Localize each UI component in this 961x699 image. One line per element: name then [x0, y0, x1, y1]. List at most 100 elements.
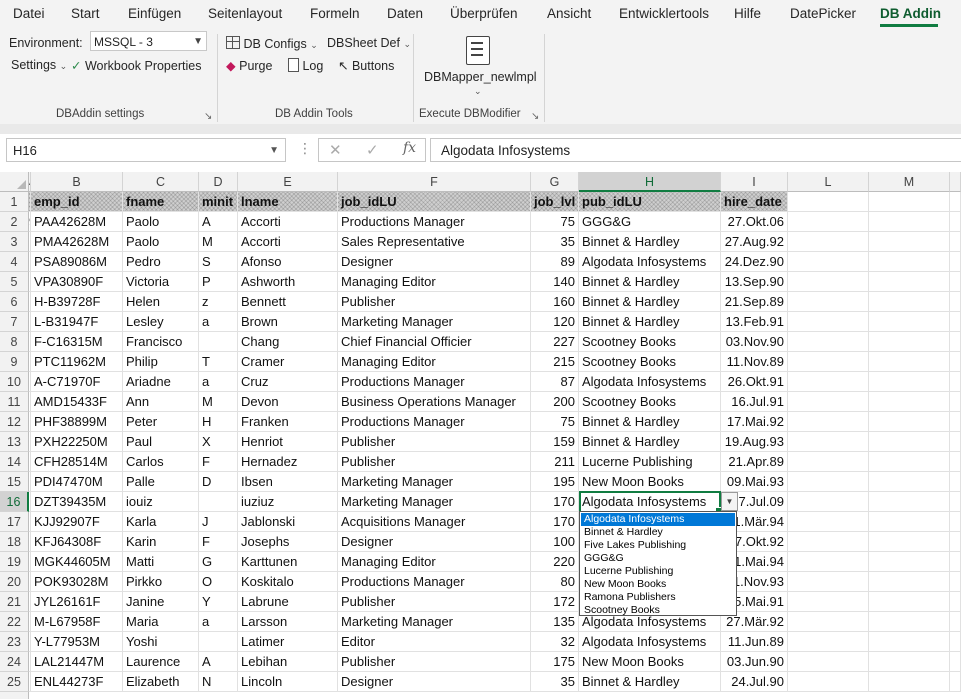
table-cell[interactable]: Elizabeth	[123, 672, 199, 692]
table-cell[interactable]: Philip	[123, 352, 199, 372]
table-cell[interactable]: Y-L77953M	[31, 632, 123, 652]
table-cell[interactable]: 175	[531, 652, 579, 672]
dropdown-option[interactable]: Algodata Infosystems	[581, 513, 735, 526]
empty-cell[interactable]	[869, 272, 950, 292]
empty-cell[interactable]	[869, 232, 950, 252]
menu-start[interactable]: Start	[71, 6, 100, 21]
table-cell[interactable]: Publisher	[338, 432, 531, 452]
table-cell[interactable]: LAL21447M	[31, 652, 123, 672]
environment-select[interactable]: MSSQL - 3 ▼	[90, 31, 207, 51]
db-configs-button[interactable]: DB Configs ⌄	[226, 36, 318, 51]
table-cell[interactable]: Victoria	[123, 272, 199, 292]
table-cell[interactable]: GGG&G	[579, 212, 721, 232]
dialog-launcher-icon[interactable]: ↘	[204, 111, 212, 122]
menu-daten[interactable]: Daten	[387, 6, 423, 21]
empty-cell[interactable]	[788, 492, 869, 512]
table-cell[interactable]: Francisco	[123, 332, 199, 352]
table-cell[interactable]: Matti	[123, 552, 199, 572]
table-cell[interactable]: 21.Sep.89	[721, 292, 788, 312]
table-cell[interactable]: Devon	[238, 392, 338, 412]
table-cell[interactable]: T	[199, 352, 238, 372]
table-cell[interactable]: Palle	[123, 472, 199, 492]
table-cell[interactable]: Binnet & Hardley	[579, 292, 721, 312]
table-cell[interactable]: Productions Manager	[338, 412, 531, 432]
table-cell[interactable]: z	[199, 292, 238, 312]
table-cell[interactable]: Accorti	[238, 212, 338, 232]
table-cell[interactable]: 03.Jun.90	[721, 652, 788, 672]
empty-cell[interactable]	[950, 652, 961, 672]
table-cell[interactable]: M-L67958F	[31, 612, 123, 632]
table-cell[interactable]: 172	[531, 592, 579, 612]
empty-cell[interactable]	[950, 672, 961, 692]
select-all-corner[interactable]	[0, 172, 29, 192]
table-header-cell[interactable]: pub_idLU	[579, 192, 721, 212]
table-cell[interactable]: 100	[531, 532, 579, 552]
table-cell[interactable]: Karttunen	[238, 552, 338, 572]
table-cell[interactable]: D	[199, 472, 238, 492]
table-cell[interactable]: 13.Feb.91	[721, 312, 788, 332]
empty-cell[interactable]	[869, 292, 950, 312]
row-header-7[interactable]: 7	[0, 312, 29, 332]
table-cell[interactable]: F	[199, 532, 238, 552]
table-cell[interactable]: 215	[531, 352, 579, 372]
empty-cell[interactable]	[788, 252, 869, 272]
table-cell[interactable]: Franken	[238, 412, 338, 432]
empty-cell[interactable]	[788, 632, 869, 652]
table-cell[interactable]: Peter	[123, 412, 199, 432]
table-cell[interactable]: iouiz	[123, 492, 199, 512]
log-button[interactable]: Log	[288, 58, 323, 73]
empty-cell[interactable]	[869, 252, 950, 272]
row-header-23[interactable]: 23	[0, 632, 29, 652]
table-cell[interactable]: 26.Okt.91	[721, 372, 788, 392]
empty-cell[interactable]	[788, 432, 869, 452]
row-header-14[interactable]: 14	[0, 452, 29, 472]
table-cell[interactable]: 09.Mai.93	[721, 472, 788, 492]
table-cell[interactable]: S	[199, 252, 238, 272]
empty-cell[interactable]	[869, 392, 950, 412]
table-cell[interactable]: Scootney Books	[579, 352, 721, 372]
empty-cell[interactable]	[788, 212, 869, 232]
table-cell[interactable]: Productions Manager	[338, 212, 531, 232]
empty-cell[interactable]	[869, 332, 950, 352]
table-cell[interactable]: M	[199, 392, 238, 412]
table-cell[interactable]: 13.Sep.90	[721, 272, 788, 292]
table-cell[interactable]: 75	[531, 212, 579, 232]
table-cell[interactable]: a	[199, 372, 238, 392]
table-cell[interactable]: Ann	[123, 392, 199, 412]
table-cell[interactable]: Managing Editor	[338, 272, 531, 292]
table-cell[interactable]: F-C16315M	[31, 332, 123, 352]
table-cell[interactable]: Ashworth	[238, 272, 338, 292]
table-cell[interactable]: PAA42628M	[31, 212, 123, 232]
function-icon[interactable]: fx	[403, 140, 416, 156]
empty-cell[interactable]	[788, 472, 869, 492]
row-header-8[interactable]: 8	[0, 332, 29, 352]
empty-cell[interactable]	[869, 192, 950, 212]
table-cell[interactable]: 160	[531, 292, 579, 312]
table-cell[interactable]: 120	[531, 312, 579, 332]
table-cell[interactable]: Chief Financial Officier	[338, 332, 531, 352]
row-header-5[interactable]: 5	[0, 272, 29, 292]
table-cell[interactable]: 75	[531, 412, 579, 432]
row-header-24[interactable]: 24	[0, 652, 29, 672]
empty-cell[interactable]	[788, 292, 869, 312]
table-cell[interactable]: Editor	[338, 632, 531, 652]
row-header-20[interactable]: 20	[0, 572, 29, 592]
empty-cell[interactable]	[869, 492, 950, 512]
empty-cell[interactable]	[950, 572, 961, 592]
row-header-21[interactable]: 21	[0, 592, 29, 612]
table-cell[interactable]: F	[199, 452, 238, 472]
table-cell[interactable]: 19.Aug.93	[721, 432, 788, 452]
table-cell[interactable]: 87	[531, 372, 579, 392]
table-cell[interactable]: VPA30890F	[31, 272, 123, 292]
table-cell[interactable]: PTC11962M	[31, 352, 123, 372]
table-cell[interactable]: iuziuz	[238, 492, 338, 512]
table-cell[interactable]: Managing Editor	[338, 552, 531, 572]
table-cell[interactable]: AMD15433F	[31, 392, 123, 412]
table-cell[interactable]: 27.Okt.06	[721, 212, 788, 232]
row-header-1[interactable]: 1	[0, 192, 29, 212]
table-cell[interactable]: Josephs	[238, 532, 338, 552]
row-header-16[interactable]: 16	[0, 492, 29, 512]
table-cell[interactable]: PXH22250M	[31, 432, 123, 452]
table-cell[interactable]: Marketing Manager	[338, 612, 531, 632]
table-cell[interactable]	[199, 632, 238, 652]
